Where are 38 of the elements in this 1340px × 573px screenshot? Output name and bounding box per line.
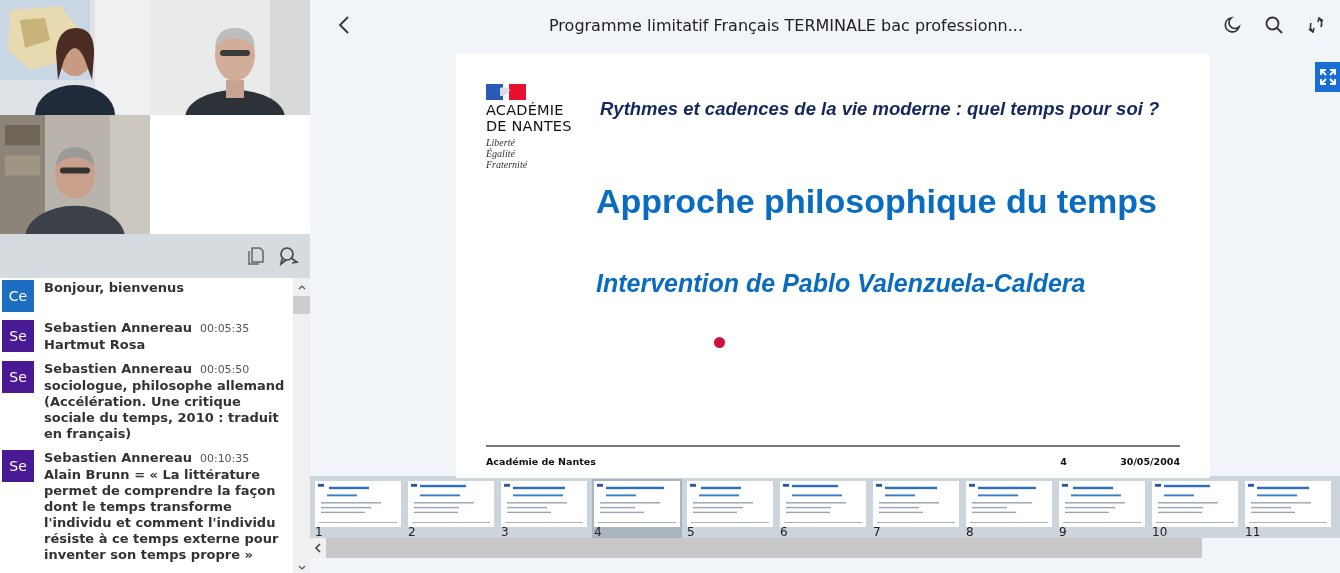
message-text: Bonjour, bienvenus [44,280,185,296]
footer-date: 30/05/2004 [1120,456,1180,467]
chat-icon[interactable] [278,245,300,267]
message-text: Alain Brunn = « La littérature permet de comprendre la façon dont le temps transforme l'individu et comment l'individu résiste à ce temps externe pour inventer son temps propre » [44,467,280,563]
message-text: Hartmut Rosa [44,337,147,353]
document-title: Programme limitatif Français TERMINALE bac professionn... [548,15,1024,35]
scrollbar[interactable] [293,278,310,573]
avatar: Se [2,361,34,393]
search-icon[interactable] [1264,15,1284,35]
motto-text: Liberté [486,137,516,148]
author-name: Sebastien Annereau [44,361,192,376]
page-number: 4 [1060,456,1068,467]
avatar: Se [2,320,34,352]
author-name: Sebastien Annereau [44,320,192,335]
moon-icon[interactable] [1222,15,1242,35]
logo-text: DE NANTES [486,118,573,134]
motto-text: Égalité [486,148,516,159]
back-icon[interactable] [338,15,350,35]
motto-text: Fraternité [486,159,529,170]
avatar: Se [2,450,34,482]
author-name: Sebastien Annereau [44,450,192,465]
fullscreen-icon[interactable] [1315,62,1340,92]
logo-text: ACADÉMIE [486,102,565,118]
scroll-left-icon[interactable] [310,538,326,558]
message-time: 00:10:35 [199,452,250,465]
message-text: sociologue, philosophe allemand (Accélération. Une critique sociale du temps, 2010 : traduit en français) [44,378,286,442]
rotate-icon[interactable] [1306,15,1326,35]
message-time: 00:05:35 [199,322,250,335]
pointer-dot [714,337,725,348]
slide-subtitle: Intervention de Pablo Valenzuela-Caldera [596,269,1087,298]
footer-text: Académie de Nantes [486,456,597,467]
message-time: 00:05:50 [199,363,250,376]
slide-title: Approche philosophique du temps [596,182,1158,221]
scrollbar-thumb[interactable] [293,296,310,314]
avatar: Ce [2,280,34,312]
flag-icon [486,84,526,100]
slide-heading: Rythmes et cadences de la vie moderne : quel temps pour soi ? [600,98,1160,121]
slide-thumbnail[interactable]: 4 [592,479,682,538]
